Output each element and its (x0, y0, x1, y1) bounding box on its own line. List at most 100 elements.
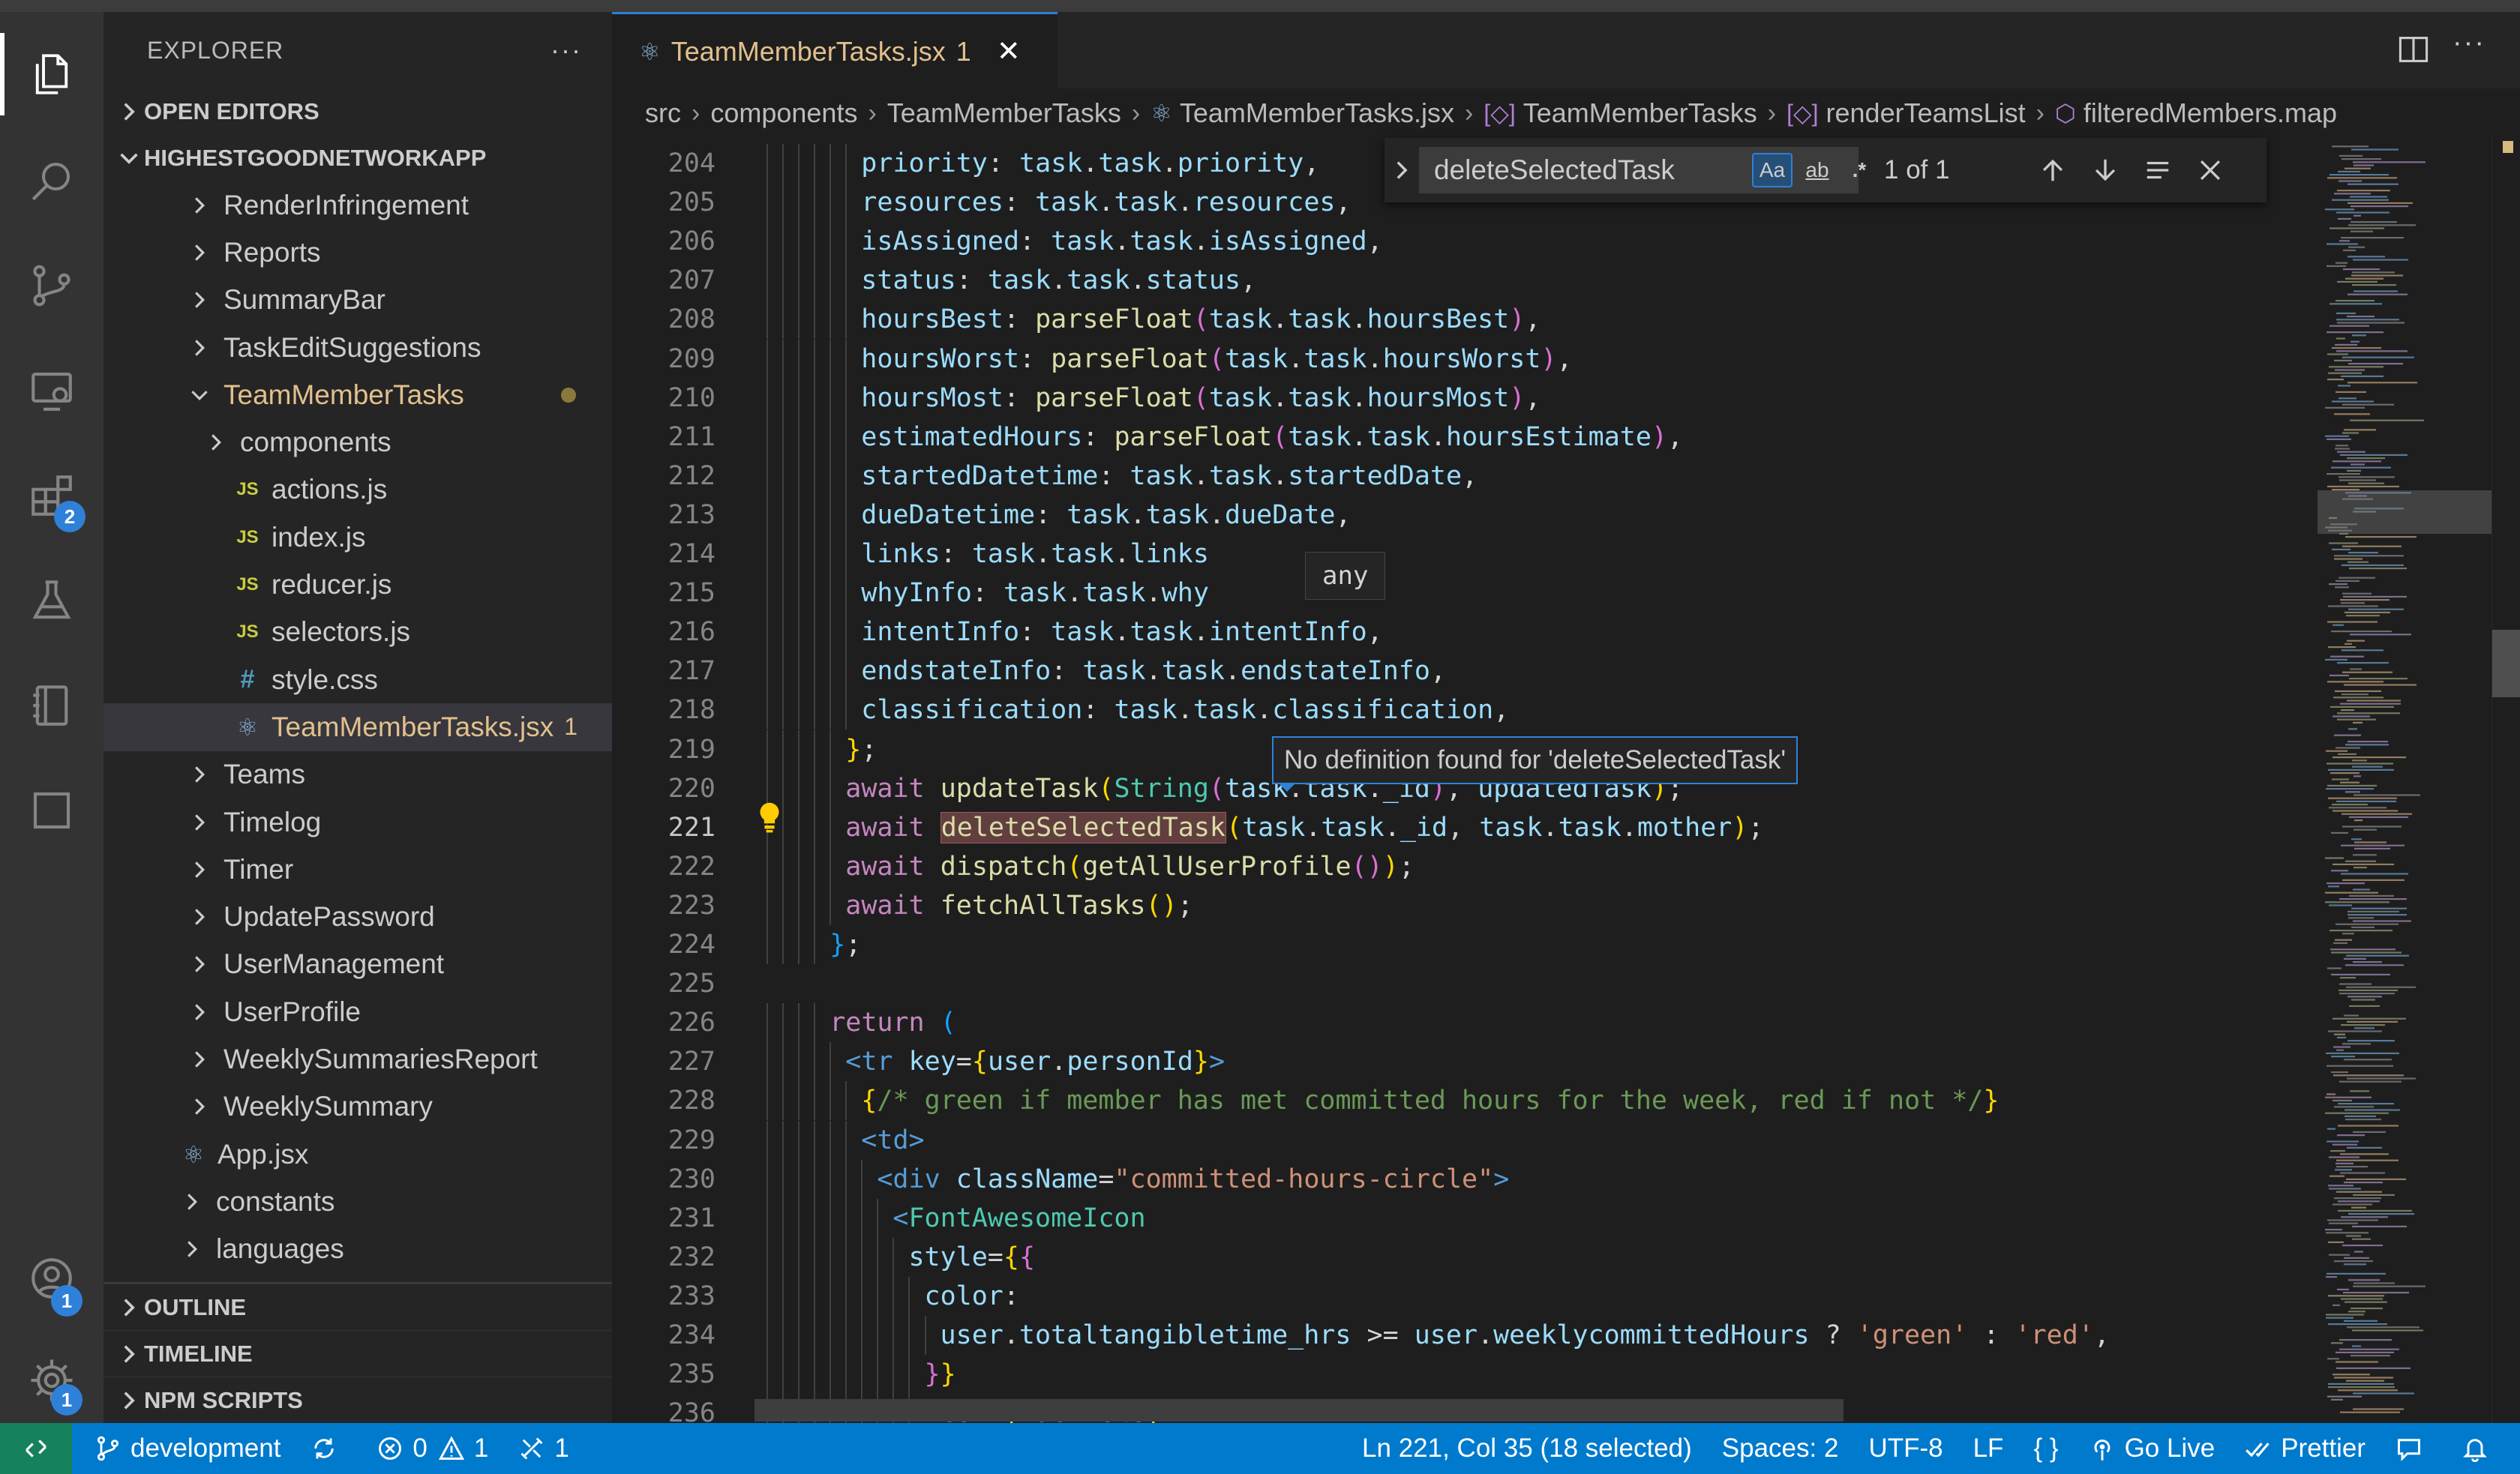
breadcrumb-file[interactable]: TeamMemberTasks.jsx (1180, 97, 1454, 129)
code-line: }; (845, 730, 877, 769)
breadcrumb-symbol-map[interactable]: filteredMembers.map (2084, 97, 2337, 129)
breadcrumb-symbol-component[interactable]: TeamMemberTasks (1523, 97, 1757, 129)
ports-item[interactable]: 1 (503, 1423, 584, 1474)
go-live-item[interactable]: Go Live (2074, 1423, 2230, 1474)
tree-item[interactable]: Teams (104, 751, 612, 798)
line-number: 210 (668, 382, 716, 413)
open-editors-section[interactable]: OPEN EDITORS (104, 88, 612, 135)
code-token: hoursBest (1366, 304, 1510, 335)
lightbulb-icon[interactable] (756, 801, 783, 834)
tree-item[interactable]: RenderInfringement (104, 181, 612, 229)
eol-item[interactable]: LF (1958, 1423, 2019, 1474)
code-token: . (1192, 617, 1209, 648)
breadcrumb-symbol-render[interactable]: renderTeamsList (1826, 97, 2026, 129)
sync-button[interactable] (296, 1423, 362, 1474)
horizontal-scrollbar-thumb[interactable] (754, 1399, 1844, 1422)
code-token: } (1192, 1047, 1209, 1077)
tree-item[interactable]: TeamMemberTasks (104, 371, 612, 418)
source-control-icon[interactable] (0, 234, 104, 337)
problems-item[interactable]: 0 1 (362, 1423, 503, 1474)
tree-item[interactable]: JS reducer.js (104, 561, 612, 608)
tree-item[interactable]: UserProfile (104, 988, 612, 1035)
vertical-scrollbar[interactable] (2492, 138, 2520, 1423)
tree-item[interactable]: TaskEditSuggestions (104, 324, 612, 371)
code-token: , (1462, 460, 1478, 491)
breadcrumb-src[interactable]: src (645, 97, 681, 129)
feedback-button[interactable] (2380, 1423, 2446, 1474)
tab-close-button[interactable]: ✕ (997, 34, 1021, 68)
explorer-icon[interactable] (0, 22, 104, 126)
tree-item[interactable]: JS index.js (104, 514, 612, 561)
close-find-button[interactable] (2184, 144, 2236, 196)
previous-match-button[interactable] (2026, 144, 2079, 196)
notebook-icon[interactable] (0, 654, 104, 757)
search-icon[interactable] (0, 129, 104, 232)
remote-explorer-icon[interactable] (0, 339, 104, 442)
cursor-position-item[interactable]: Ln 221, Col 35 (18 selected) (1347, 1423, 1707, 1474)
code-token: . (1177, 695, 1193, 726)
code-token: task (1051, 539, 1114, 569)
explorer-more-button[interactable]: ··· (550, 34, 582, 66)
line-number: 230 (668, 1164, 716, 1194)
tree-item[interactable]: WeeklySummary (104, 1083, 612, 1131)
whole-word-toggle[interactable]: ab (1797, 153, 1838, 187)
indent-guide (814, 183, 816, 223)
tree-item[interactable]: Reports (104, 229, 612, 276)
git-branch-item[interactable]: development (80, 1423, 296, 1474)
notifications-button[interactable] (2446, 1423, 2512, 1474)
tree-item[interactable]: UpdatePassword (104, 893, 612, 940)
editor-more-button[interactable]: ··· (2452, 27, 2486, 59)
tree-item[interactable]: JS actions.js (104, 466, 612, 514)
extensions-icon[interactable]: 2 (0, 444, 104, 547)
code-token: ( (1208, 343, 1225, 374)
tab-teammembertasks-jsx[interactable]: ⚛ TeamMemberTasks.jsx 1 ✕ (612, 12, 1058, 88)
code-token: . (1161, 148, 1178, 178)
remote-indicator[interactable] (0, 1423, 72, 1474)
code-token: , (1525, 304, 1541, 335)
find-in-selection-button[interactable] (2132, 144, 2184, 196)
indent-guide (814, 1237, 816, 1277)
accounts-icon[interactable]: 1 (0, 1227, 104, 1330)
testing-icon[interactable] (0, 549, 104, 652)
match-case-toggle[interactable]: Aa (1752, 153, 1792, 187)
tree-item[interactable]: WeeklySummariesReport (104, 1035, 612, 1083)
outline-section[interactable]: OUTLINE (104, 1284, 612, 1330)
tree-item[interactable]: ⚛ TeamMemberTasks.jsx 1 (104, 703, 612, 751)
panel-square-icon[interactable] (0, 759, 104, 862)
prettier-item[interactable]: Prettier (2230, 1423, 2380, 1474)
tree-item-label: index.js (272, 521, 366, 553)
toggle-replace-button[interactable] (1384, 138, 1419, 202)
find-input[interactable]: deleteSelectedTask Aa ab .* (1419, 147, 1866, 193)
tree-item[interactable]: # style.css (104, 656, 612, 703)
tree-item[interactable]: components (104, 418, 612, 466)
indent-guide (845, 613, 848, 652)
indent-guide (766, 339, 768, 379)
indentation-item[interactable]: Spaces: 2 (1707, 1423, 1854, 1474)
tree-item[interactable]: languages (104, 1226, 612, 1273)
minimap[interactable] (2318, 138, 2492, 1423)
next-match-button[interactable] (2079, 144, 2132, 196)
encoding-item[interactable]: UTF-8 (1853, 1423, 1958, 1474)
breadcrumb-components[interactable]: components (710, 97, 857, 129)
split-editor-icon[interactable] (2397, 33, 2430, 66)
hover-caret (1278, 783, 1296, 792)
scrollbar-thumb[interactable] (2492, 630, 2520, 697)
tree-item-label: Reports (224, 236, 321, 268)
tree-item[interactable]: constants (104, 1178, 612, 1225)
tree-item[interactable]: UserManagement (104, 941, 612, 988)
language-mode-item[interactable]: { } (2018, 1423, 2073, 1474)
chevron-right-icon (114, 102, 144, 121)
tree-item[interactable]: SummaryBar (104, 277, 612, 324)
breadcrumb-folder[interactable]: TeamMemberTasks (887, 97, 1121, 129)
workspace-section[interactable]: HIGHESTGOODNETWORKAPP (104, 135, 612, 181)
tree-item[interactable]: ⚛ App.jsx (104, 1131, 612, 1178)
tree-item[interactable]: Timer (104, 846, 612, 893)
tree-item[interactable]: JS selectors.js (104, 609, 612, 656)
tree-item[interactable]: Timelog (104, 798, 612, 846)
npm-scripts-section[interactable]: NPM SCRIPTS (104, 1377, 612, 1423)
code-token: , (1240, 265, 1257, 296)
settings-gear-icon[interactable]: 1 (0, 1329, 104, 1432)
chevron-right-icon: › (2036, 98, 2044, 127)
regex-toggle[interactable]: .* (1839, 153, 1880, 187)
timeline-section[interactable]: TIMELINE (104, 1330, 612, 1377)
